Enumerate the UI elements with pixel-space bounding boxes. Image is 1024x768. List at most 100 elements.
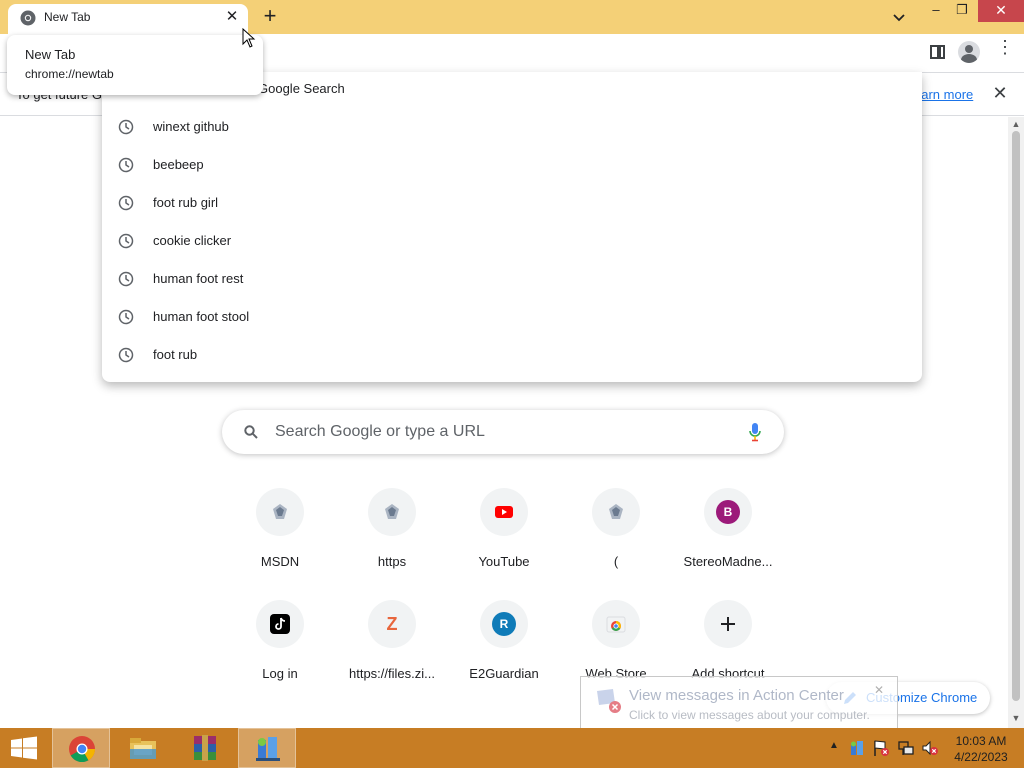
shortcut-icon-circle <box>256 600 304 648</box>
suggestion-item[interactable]: human foot stool <box>102 298 922 336</box>
history-clock-icon <box>118 195 134 211</box>
tab-search-chevron-icon[interactable] <box>888 7 910 27</box>
tiktok-icon <box>270 614 290 634</box>
chrome-favicon-icon <box>20 10 36 26</box>
globe-icon <box>385 504 399 519</box>
chrome-web-store-icon <box>606 616 626 633</box>
history-clock-icon <box>118 309 134 325</box>
globe-icon <box>609 504 623 519</box>
notification-subtitle: Click to view messages about your comput… <box>629 708 870 722</box>
file-explorer-icon <box>130 738 156 759</box>
plus-icon <box>721 617 735 631</box>
shortcut-tile[interactable]: YouTube <box>448 488 560 588</box>
shortcut-tile[interactable]: R E2Guardian <box>448 600 560 700</box>
new-tab-button[interactable]: + <box>258 5 282 29</box>
history-clock-icon <box>118 119 134 135</box>
shortcut-label: ( <box>613 554 619 569</box>
network-app-icon <box>256 737 280 761</box>
vertical-scrollbar[interactable]: ▲ ▼ <box>1008 117 1024 728</box>
shortcut-icon-circle: B <box>704 488 752 536</box>
shortcut-tile[interactable]: B StereoMadne... <box>672 488 784 588</box>
notification-close-icon[interactable]: ✕ <box>871 683 887 699</box>
clock-date[interactable]: 4/22/2023 <box>946 750 1016 764</box>
windows-start-icon[interactable] <box>0 728 48 768</box>
more-menu-icon[interactable]: ⋮ <box>996 38 1014 62</box>
shortcut-label: https <box>377 554 407 569</box>
suggestion-text: human foot rest <box>153 271 244 286</box>
profile-avatar-icon[interactable] <box>958 41 980 63</box>
shortcut-icon-circle: R <box>480 600 528 648</box>
suggestion-item[interactable]: cookie clicker <box>102 222 922 260</box>
suggestion-item[interactable]: human foot rest <box>102 260 922 298</box>
taskbar-winrar[interactable] <box>176 728 234 768</box>
shortcut-icon-circle: Z <box>368 600 416 648</box>
shortcut-icon-circle <box>704 600 752 648</box>
shortcut-icon-circle <box>480 488 528 536</box>
suggestion-text: winext github <box>153 119 229 134</box>
suggestion-text: foot rub <box>153 347 198 362</box>
globe-icon <box>273 504 287 519</box>
letter-icon: R <box>492 612 516 636</box>
tab-close-icon[interactable]: ✕ <box>224 9 240 25</box>
shortcut-tile[interactable]: ( <box>560 488 672 588</box>
letter-icon: Z <box>386 614 398 634</box>
restore-button[interactable]: ❐ <box>948 0 976 22</box>
suggestion-item[interactable]: beebeep <box>102 146 922 184</box>
taskbar-file-explorer[interactable] <box>114 728 172 768</box>
search-icon <box>244 425 258 439</box>
shortcut-tile[interactable]: Log in <box>224 600 336 700</box>
chrome-icon <box>69 736 96 763</box>
shortcut-tile[interactable]: https <box>336 488 448 588</box>
notification-title: View messages in Action Center <box>629 687 844 704</box>
scroll-down-arrow-icon[interactable]: ▼ <box>1008 713 1024 725</box>
suggestion-item[interactable]: foot rub girl <box>102 184 922 222</box>
learn-more-link[interactable]: earn more <box>914 87 973 102</box>
history-clock-icon <box>118 233 134 249</box>
side-panel-icon[interactable] <box>930 45 945 59</box>
show-hidden-icons-arrow-icon[interactable]: ▲ <box>828 740 840 754</box>
shortcut-icon-circle <box>592 600 640 648</box>
tab-hover-card: New Tab chrome://newtab <box>7 35 263 95</box>
suggestion-item[interactable]: winext github <box>102 108 922 146</box>
shortcut-tile[interactable]: MSDN <box>224 488 336 588</box>
shortcut-label: StereoMadne... <box>683 554 773 569</box>
shortcut-label: Log in <box>262 666 298 681</box>
winrar-icon <box>194 735 216 761</box>
history-clock-icon <box>118 347 134 363</box>
search-box[interactable]: Search Google or type a URL <box>222 410 784 454</box>
suggestion-text: human foot stool <box>153 309 250 324</box>
history-clock-icon <box>118 271 134 287</box>
info-bar-close-icon[interactable]: ✕ <box>990 83 1010 103</box>
shortcut-label: YouTube <box>478 554 530 569</box>
taskbar: ▲ 10:03 AM 4/22/2023 <box>0 728 1024 768</box>
letter-icon: B <box>716 500 740 524</box>
microphone-icon[interactable] <box>748 422 762 442</box>
shortcut-label: E2Guardian <box>469 666 539 681</box>
taskbar-network-app[interactable] <box>238 728 296 768</box>
scroll-up-arrow-icon[interactable]: ▲ <box>1008 119 1024 131</box>
shortcut-icon-circle <box>592 488 640 536</box>
action-center-notification[interactable]: View messages in Action Center Click to … <box>580 676 898 730</box>
action-center-flag-icon[interactable] <box>872 739 890 757</box>
tab-title: New Tab <box>44 10 91 24</box>
suggestion-text: foot rub girl <box>153 195 219 210</box>
suggestion-text: cookie clicker <box>153 233 232 248</box>
tab-new-tab[interactable]: New Tab ✕ <box>8 4 248 34</box>
tray-network-app-icon[interactable] <box>848 739 866 757</box>
suggestion-item[interactable]: foot rub <box>102 336 922 374</box>
close-window-button[interactable]: ✕ <box>978 0 1024 22</box>
search-input[interactable]: Search Google or type a URL <box>275 423 485 441</box>
shortcut-label: MSDN <box>260 554 300 569</box>
history-clock-icon <box>118 157 134 173</box>
action-center-flag-icon <box>597 689 621 713</box>
volume-muted-icon[interactable] <box>921 739 939 757</box>
taskbar-chrome[interactable] <box>52 728 110 768</box>
omnibox-suggestions-dropdown: Google Search winext github beebeep foot… <box>102 72 922 382</box>
network-status-icon[interactable] <box>897 739 915 757</box>
shortcut-label: https://files.zi... <box>349 666 435 681</box>
minimize-button[interactable]: – <box>922 0 950 22</box>
clock-time[interactable]: 10:03 AM <box>946 734 1016 748</box>
shortcut-tile[interactable]: Z https://files.zi... <box>336 600 448 700</box>
scroll-thumb[interactable] <box>1012 131 1020 701</box>
title-bar: New Tab ✕ + – ❐ ✕ <box>0 0 1024 34</box>
